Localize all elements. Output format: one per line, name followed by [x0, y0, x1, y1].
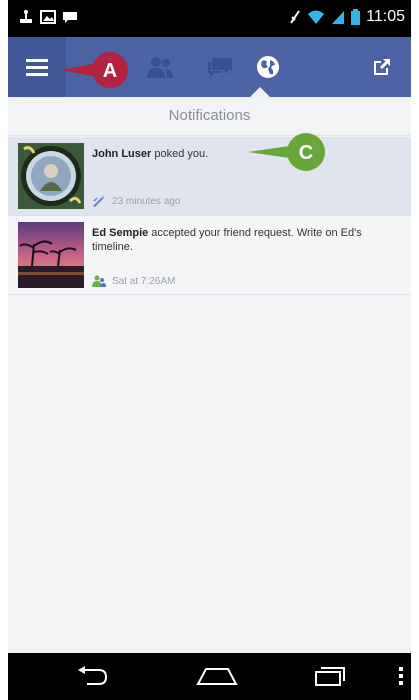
notifications-icon: [257, 56, 279, 78]
avatar-ed-sempie: [18, 222, 84, 288]
friends-icon: [92, 275, 106, 287]
callout-a: A: [58, 51, 130, 89]
notification-message: poked you.: [151, 148, 209, 160]
notification-meta: Sat at 7:26AM: [92, 275, 175, 287]
home-button[interactable]: [192, 661, 242, 691]
callout-c-letter: C: [299, 142, 313, 164]
tab-friend-requests[interactable]: [140, 37, 180, 97]
battery-icon: [351, 9, 361, 25]
chat-icon: [63, 12, 77, 23]
callout-a-letter: A: [103, 60, 117, 82]
poke-icon: [93, 196, 104, 207]
recent-apps-icon: [315, 667, 345, 686]
home-icon: [196, 668, 238, 685]
notification-text: Ed Sempie accepted your friend request. …: [92, 226, 392, 254]
cell-signal-icon: [332, 11, 345, 24]
navigation-bar: [8, 653, 411, 700]
notification-time: Sat at 7:26AM: [112, 275, 176, 287]
notification-item-poke[interactable]: John Luser poked you. 23 minutes ago: [8, 137, 411, 216]
notification-user-name[interactable]: John Luser: [92, 148, 151, 160]
callout-c-badge: C: [248, 133, 325, 171]
status-left-icons: [18, 9, 78, 25]
notification-text: John Luser poked you.: [92, 147, 392, 161]
tab-messages[interactable]: [198, 37, 242, 97]
usb-icon: [20, 10, 32, 23]
avatar-john-luser: [18, 143, 84, 209]
messages-icon: [208, 58, 232, 77]
friend-requests-icon: [147, 57, 173, 78]
callout-c: C: [246, 132, 326, 172]
notification-time: 23 minutes ago: [112, 195, 181, 207]
overflow-menu-button[interactable]: [394, 661, 408, 691]
callout-a-badge: A: [60, 52, 128, 88]
page-title: Notifications: [8, 97, 411, 136]
notification-meta: 23 minutes ago: [92, 195, 180, 207]
back-icon: [78, 666, 108, 685]
back-button[interactable]: [70, 661, 114, 691]
overflow-menu-icon: [399, 667, 403, 685]
share-button[interactable]: [353, 37, 411, 97]
recent-apps-button[interactable]: [308, 661, 352, 691]
signal-off-icon: [290, 10, 300, 24]
phone-screen: 11:05 A Notifications John Luser poked y…: [8, 0, 411, 700]
notification-item-friend-request[interactable]: Ed Sempie accepted your friend request. …: [8, 216, 411, 295]
share-icon: [374, 59, 390, 75]
menu-icon: [26, 59, 48, 76]
status-time: 11:05: [366, 8, 405, 25]
active-tab-indicator: [250, 87, 270, 97]
picture-icon: [40, 10, 56, 24]
notifications-page: Notifications John Luser poked you. 23 m…: [8, 97, 411, 653]
wifi-icon: [308, 10, 325, 24]
notification-user-name[interactable]: Ed Sempie: [92, 227, 148, 239]
status-bar: 11:05: [8, 0, 411, 37]
status-right-icons: 11:05: [289, 8, 405, 26]
